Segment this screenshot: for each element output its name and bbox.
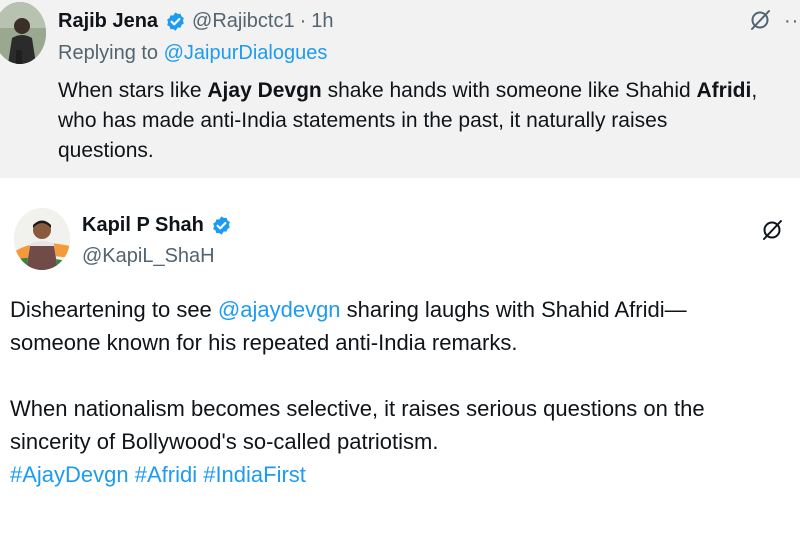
reply-tweet-text: When stars like Ajay Devgn shake hands w… bbox=[58, 76, 798, 166]
replying-prefix: Replying to bbox=[58, 42, 159, 64]
reply-text-line: questions. bbox=[58, 139, 154, 162]
header-separator: · bbox=[299, 9, 307, 32]
reply-text-part: , bbox=[751, 79, 758, 102]
paragraph-break bbox=[10, 359, 800, 392]
reply-tweet-header: Rajib Jena @Rajibctc1 · 1h bbox=[58, 6, 334, 36]
main-tweet-header: Kapil P Shah bbox=[82, 210, 232, 240]
reply-text-bold: Afridi bbox=[696, 79, 752, 102]
replying-to: Replying to @JaipurDialogues bbox=[58, 42, 327, 65]
verified-badge-icon bbox=[165, 11, 186, 32]
reply-author-name[interactable]: Rajib Jena bbox=[58, 10, 158, 33]
grok-icon[interactable] bbox=[760, 218, 784, 242]
tweet-text-part: sharing laughs with Shahid Afridi— bbox=[340, 297, 687, 322]
mention-link[interactable]: @ajaydevgn bbox=[218, 297, 341, 322]
tweet-line: someone known for his repeated anti-Indi… bbox=[10, 330, 518, 355]
tweet-line: sincerity of Bollywood's so-called patri… bbox=[10, 429, 439, 454]
reply-text-bold: Ajay Devgn bbox=[207, 79, 322, 102]
replying-to-link[interactable]: @JaipurDialogues bbox=[164, 42, 328, 64]
hashtag-links[interactable]: #AjayDevgn #Afridi #IndiaFirst bbox=[10, 458, 800, 491]
tweet-text-part: Disheartening to see bbox=[10, 297, 218, 322]
main-tweet-text: Disheartening to see @ajaydevgn sharing … bbox=[10, 293, 800, 491]
reply-tweet[interactable]: Rajib Jena @Rajibctc1 · 1h ·· Replying t… bbox=[0, 0, 800, 178]
tweet-line: Disheartening to see @ajaydevgn sharing … bbox=[10, 293, 800, 326]
main-author-name[interactable]: Kapil P Shah bbox=[82, 214, 204, 237]
reply-author-handle[interactable]: @Rajibctc1 bbox=[192, 10, 295, 33]
reply-text-part: When stars like bbox=[58, 79, 208, 102]
reply-author-avatar[interactable] bbox=[0, 2, 46, 64]
more-icon[interactable]: ·· bbox=[784, 11, 799, 31]
reply-text-line: who has made anti-India statements in th… bbox=[58, 109, 668, 132]
reply-timestamp[interactable]: 1h bbox=[311, 10, 333, 33]
reply-text-part: shake hands with someone like Shahid bbox=[321, 79, 697, 102]
verified-badge-icon bbox=[211, 215, 232, 236]
main-author-avatar[interactable] bbox=[14, 208, 70, 270]
grok-icon[interactable] bbox=[748, 8, 772, 32]
tweet-line: When nationalism becomes selective, it r… bbox=[10, 396, 705, 421]
main-author-handle[interactable]: @KapiL_ShaH bbox=[82, 245, 215, 268]
